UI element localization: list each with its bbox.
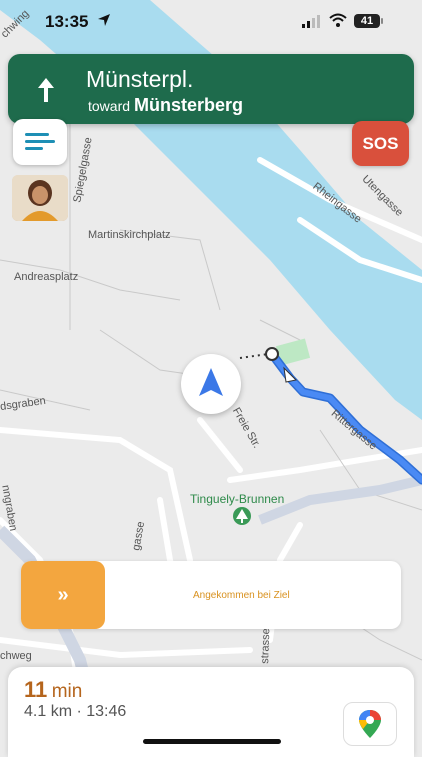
arrival-panel[interactable]: » Angekommen bei Ziel	[21, 561, 401, 629]
signal-icon	[302, 15, 320, 28]
toward-line: toward Münsterberg	[88, 95, 243, 116]
next-street: Münsterpl.	[86, 66, 194, 92]
eta-details: 4.1 km · 13:46	[24, 703, 127, 720]
label-andreasplatz: Andreasplatz	[14, 271, 79, 283]
location-arrow-icon	[98, 14, 110, 26]
eta-duration: 11 min	[24, 677, 82, 703]
label-chweg: chweg	[0, 650, 32, 662]
maps-pin-icon	[359, 710, 381, 738]
label-strasse-bottom: strasse	[259, 628, 273, 664]
arrival-text: Angekommen bei Ziel	[193, 590, 290, 601]
battery-icon: 41	[354, 14, 380, 28]
avatar-image	[12, 175, 68, 221]
menu-button[interactable]	[13, 119, 67, 165]
sos-button[interactable]: SOS	[352, 121, 409, 166]
menu-line-3	[25, 147, 43, 150]
google-maps-button[interactable]	[343, 702, 397, 746]
menu-line-1	[25, 133, 49, 136]
route-start-marker	[265, 347, 279, 361]
battery-tip	[381, 18, 383, 24]
label-tinguely-brunnen: Tinguely-Brunnen	[190, 492, 285, 506]
navigation-arrow-icon	[199, 368, 223, 396]
eta-unit: min	[51, 681, 83, 702]
toward-prefix: toward	[88, 98, 131, 114]
toward-destination: Münsterberg	[134, 95, 244, 115]
menu-line-2	[25, 140, 55, 143]
home-indicator	[143, 739, 281, 744]
eta-minutes: 11	[24, 677, 48, 702]
navigation-puck[interactable]	[181, 354, 241, 414]
wifi-icon	[329, 13, 347, 27]
navigation-banner[interactable]: Münsterpl. toward Münsterberg	[8, 54, 414, 124]
status-time: 13:35	[45, 12, 89, 31]
label-martinskirchplatz: Martinskirchplatz	[88, 229, 171, 241]
park-tree-icon	[233, 507, 251, 525]
straight-arrow-icon	[38, 78, 54, 102]
status-bar: 13:35 41	[0, 0, 422, 44]
avatar[interactable]	[12, 175, 68, 221]
arrival-swipe-button[interactable]: »	[21, 561, 105, 629]
